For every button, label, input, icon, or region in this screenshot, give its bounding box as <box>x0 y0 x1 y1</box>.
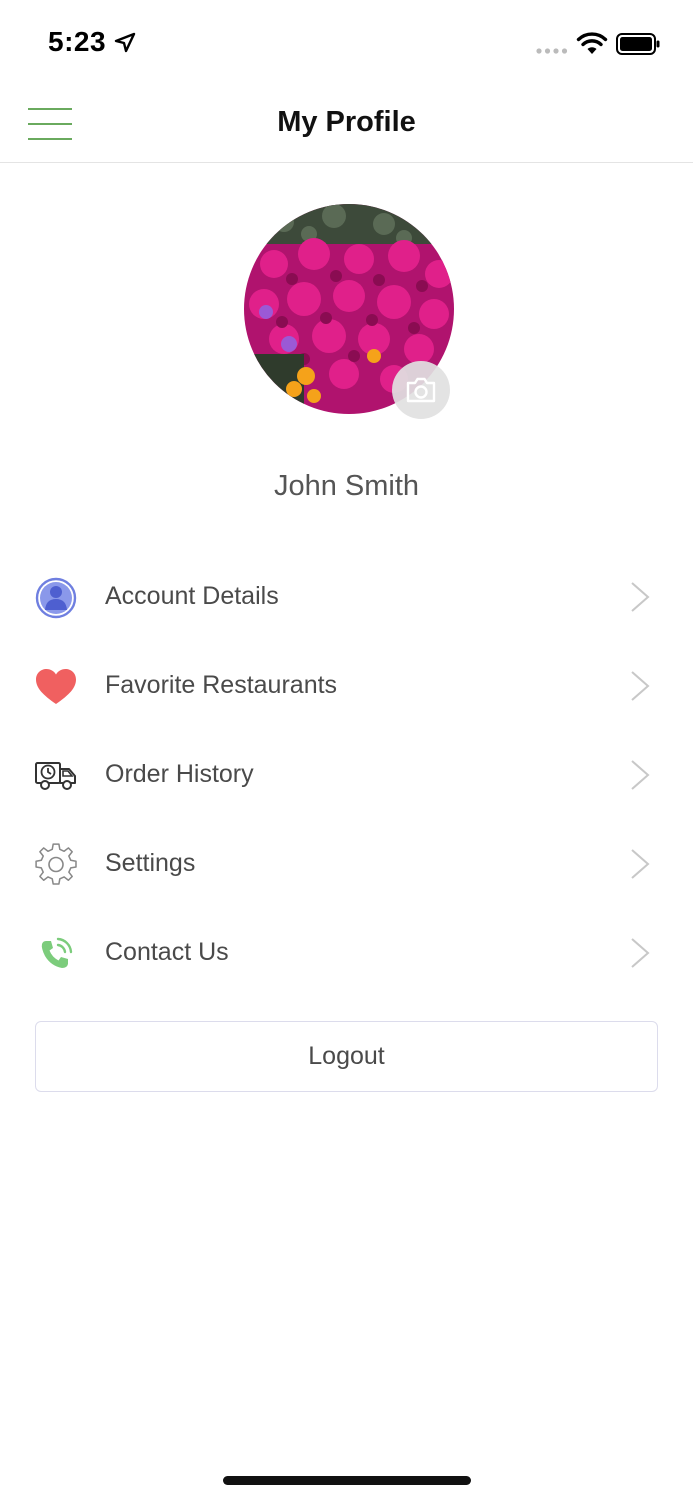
menu-item-label: Contact Us <box>105 938 229 966</box>
wifi-icon <box>576 32 608 54</box>
menu-item-label: Settings <box>105 849 196 877</box>
chevron-right-icon <box>631 671 650 701</box>
camera-icon <box>406 377 436 403</box>
logout-button[interactable]: Logout <box>35 1021 658 1092</box>
menu-item-account-details[interactable]: Account Details <box>0 552 693 641</box>
battery-icon <box>616 33 660 55</box>
menu-item-settings[interactable]: Settings <box>0 819 693 908</box>
chevron-right-icon <box>631 582 650 612</box>
gear-icon <box>34 843 78 887</box>
menu-item-favorite-restaurants[interactable]: Favorite Restaurants <box>0 641 693 730</box>
change-photo-button[interactable] <box>392 361 450 419</box>
chevron-right-icon <box>631 938 650 968</box>
location-arrow-icon <box>114 32 136 53</box>
menu-item-label: Account Details <box>105 582 279 610</box>
status-time: 5:23 <box>48 26 107 57</box>
cellular-signal-icon <box>536 48 568 54</box>
user-circle-icon <box>34 576 78 620</box>
page-title: My Profile <box>277 106 416 138</box>
phone-call-icon <box>34 932 78 976</box>
heart-icon <box>34 665 78 709</box>
home-indicator[interactable] <box>223 1476 471 1485</box>
chevron-right-icon <box>631 760 650 790</box>
nav-bar: My Profile <box>0 88 693 163</box>
menu-item-label: Favorite Restaurants <box>105 671 338 699</box>
menu-item-order-history[interactable]: Order History <box>0 730 693 819</box>
chevron-right-icon <box>631 849 650 879</box>
status-bar: 5:23 <box>0 0 693 88</box>
menu-item-contact-us[interactable]: Contact Us <box>0 908 693 997</box>
profile-screen: 5:23 My Profile John Smith Account Detai… <box>0 0 693 1500</box>
delivery-truck-clock-icon <box>34 754 78 798</box>
user-name: John Smith <box>273 470 420 502</box>
menu-item-label: Order History <box>105 760 254 788</box>
profile-menu: Account Details Favorite Restaurants Ord… <box>0 552 693 997</box>
